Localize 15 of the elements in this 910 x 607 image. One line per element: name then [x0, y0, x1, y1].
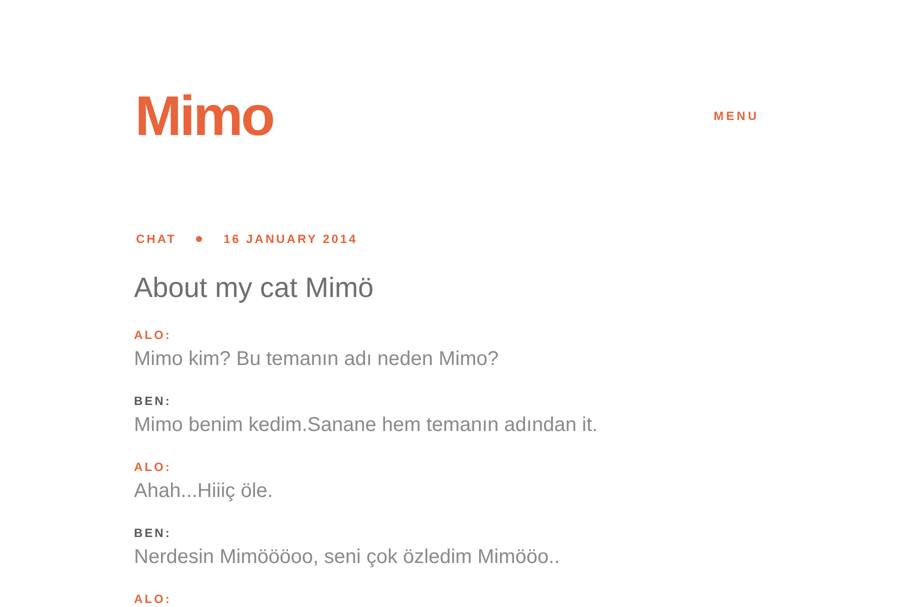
speaker-name: ALO:: [134, 461, 172, 473]
speaker-name: BEN:: [134, 395, 172, 407]
speaker-name: ALO:: [134, 329, 172, 341]
post-date: 16 JANUARY 2014: [223, 231, 358, 248]
chat-message: Mimo kim? Bu temanın adı neden Mimo?: [134, 347, 499, 372]
category-link[interactable]: CHAT: [136, 230, 176, 248]
site-logo[interactable]: Mimo: [135, 88, 274, 144]
menu-button[interactable]: MENU: [714, 107, 759, 125]
speaker-name: ALO:: [134, 593, 172, 605]
bullet-icon: [196, 236, 202, 242]
speaker-name: BEN:: [134, 527, 172, 539]
chat-message: Ahah...Hiiiç öle.: [134, 479, 273, 504]
chat-message: Mimo benim kedim.Sanane hem temanın adından it.: [134, 413, 598, 438]
chat-message: Nerdesin Mimöööoo, seni çok özledim Mimööo..: [134, 545, 560, 570]
post-title: About my cat Mimö: [134, 271, 374, 305]
